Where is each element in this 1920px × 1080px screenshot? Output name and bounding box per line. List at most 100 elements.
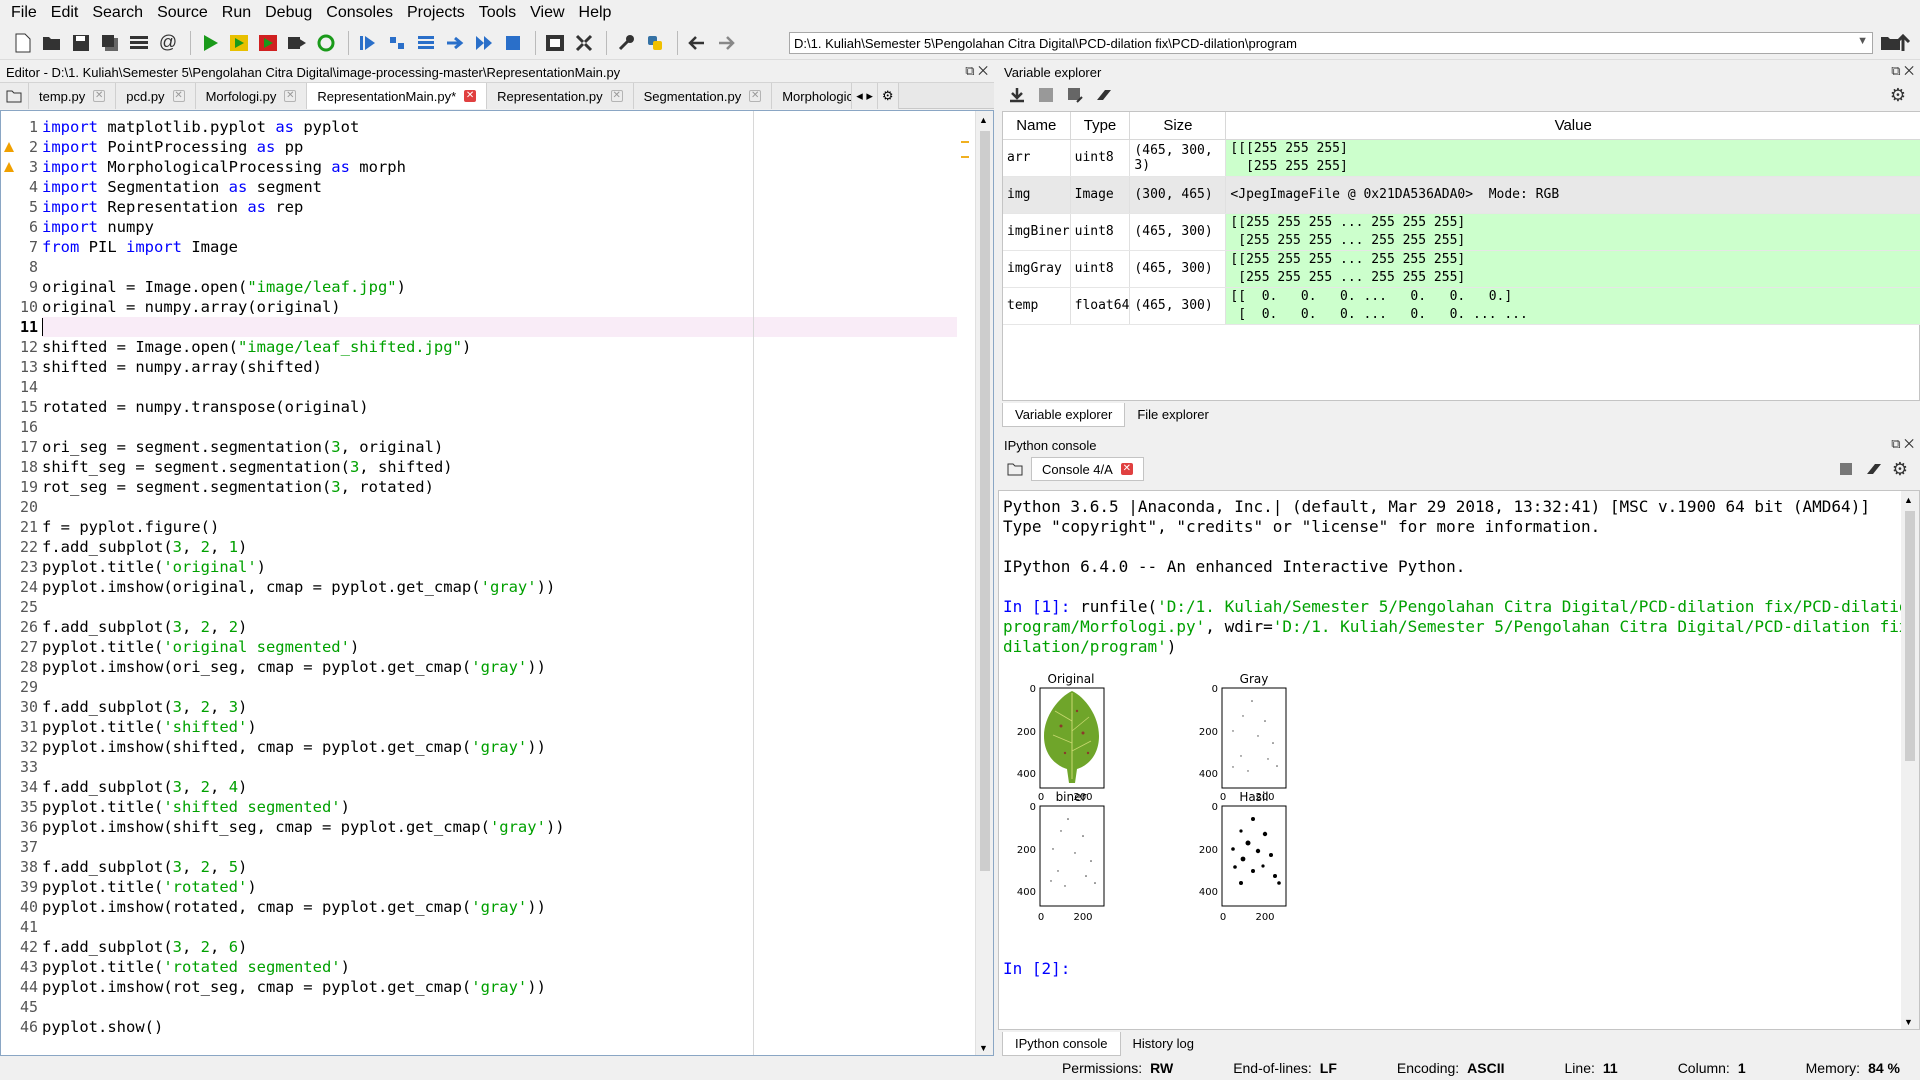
code-line[interactable]: import Representation as rep [42,197,957,217]
python-path-icon[interactable] [642,30,668,56]
code-line[interactable] [42,257,957,277]
scrollbar-thumb[interactable] [1905,511,1915,761]
menu-file[interactable]: File [4,4,44,22]
editor-scrollbar[interactable]: ▲ ▼ [975,111,993,1055]
import-data-icon[interactable] [1004,82,1030,108]
table-row[interactable]: arr uint8 (465, 300, 3) [[[255 255 255] [25… [1003,139,1920,177]
code-line[interactable] [42,497,957,517]
scroll-up-icon[interactable]: ▲ [979,115,988,125]
tab-pcd[interactable]: pcd.py ✕ [116,83,196,109]
menu-view[interactable]: View [523,4,571,22]
variable-table[interactable]: Name Type Size Value arr uint8 (465, 300, … [1002,111,1920,401]
code-line[interactable]: pyplot.show() [42,1017,957,1037]
close-icon[interactable]: ✕ [284,90,297,102]
save-icon[interactable] [68,30,94,56]
stop-kernel-icon[interactable] [1833,456,1859,482]
tab-ipython-console[interactable]: IPython console [1002,1032,1121,1056]
pane-controls[interactable]: ⧉ ✕ [1891,436,1914,452]
code-line[interactable] [42,317,957,337]
column-header-value[interactable]: Value [1225,112,1920,140]
code-line[interactable]: pyplot.imshow(rotated, cmap = pyplot.get… [42,897,957,917]
tab-variable-explorer[interactable]: Variable explorer [1002,403,1126,427]
menu-edit[interactable]: Edit [44,4,86,22]
code-line[interactable]: shifted = Image.open("image/leaf_shifted… [42,337,957,357]
pane-controls[interactable]: ⧉ ✕ [1891,63,1914,79]
code-line[interactable]: pyplot.imshow(ori_seg, cmap = pyplot.get… [42,657,957,677]
code-line[interactable] [42,837,957,857]
tab-morphologic[interactable]: Morphologic [772,83,853,109]
preferences-icon[interactable] [613,30,639,56]
code-line[interactable]: pyplot.imshow(rot_seg, cmap = pyplot.get… [42,977,957,997]
chevron-down-icon[interactable]: ▼ [1857,35,1868,47]
scroll-up-icon[interactable]: ▲ [1904,495,1913,505]
list-icon[interactable] [126,30,152,56]
code-line[interactable]: pyplot.title('rotated segmented') [42,957,957,977]
open-file-icon[interactable] [39,30,65,56]
code-line[interactable]: pyplot.title('shifted segmented') [42,797,957,817]
code-line[interactable]: from PIL import Image [42,237,957,257]
code-line[interactable] [42,997,957,1017]
close-icon[interactable]: ✕ [172,90,185,102]
menu-consoles[interactable]: Consoles [319,4,400,22]
table-row[interactable]: img Image (300, 465) <JpegImageFile @ 0x21D… [1003,176,1920,214]
pane-controls[interactable]: ⧉ ✕ [965,63,988,79]
save-data-icon[interactable] [1033,82,1059,108]
menu-projects[interactable]: Projects [400,4,472,22]
scroll-down-icon[interactable]: ▼ [979,1043,988,1053]
code-line[interactable]: f.add_subplot(3, 2, 5) [42,857,957,877]
run-selection-icon[interactable] [284,30,310,56]
code-line[interactable]: original = numpy.array(original) [42,297,957,317]
back-arrow-icon[interactable] [684,30,710,56]
code-line[interactable]: import numpy [42,217,957,237]
browse-tabs-icon[interactable] [0,83,29,109]
maximize-pane-icon[interactable] [542,30,568,56]
code-line[interactable]: pyplot.title('original') [42,557,957,577]
code-line[interactable] [42,917,957,937]
run-cell-icon[interactable] [226,30,252,56]
step-return-icon[interactable] [442,30,468,56]
tab-temp[interactable]: temp.py ✕ [29,83,117,109]
tab-console[interactable]: Console 4/A ✕ [1031,457,1144,481]
code-line[interactable]: f.add_subplot(3, 2, 1) [42,537,957,557]
code-line[interactable]: import PointProcessing as pp [42,137,957,157]
forward-arrow-icon[interactable] [713,30,739,56]
column-header-type[interactable]: Type [1070,112,1131,140]
console-input-line[interactable]: In [2]: [999,959,1070,979]
code-line[interactable] [42,757,957,777]
code-line[interactable] [42,417,957,437]
code-line[interactable] [42,377,957,397]
menu-help[interactable]: Help [572,4,619,22]
code-line[interactable]: pyplot.title('shifted') [42,717,957,737]
tab-scroll-arrows[interactable]: ◂ ▸ [852,83,878,109]
column-header-size[interactable]: Size [1129,112,1227,140]
menu-search[interactable]: Search [85,4,150,22]
tab-representation[interactable]: Representation.py ✕ [487,83,634,109]
save-as-icon[interactable] [1062,82,1088,108]
code-line[interactable]: shifted = numpy.array(shifted) [42,357,957,377]
step-icon[interactable] [384,30,410,56]
code-lines[interactable]: import matplotlib.pyplot as pyplot import… [42,117,957,1037]
table-row[interactable]: imgGray uint8 (465, 300) [[255 255 255 ... … [1003,250,1920,288]
code-line[interactable]: import matplotlib.pyplot as pyplot [42,117,957,137]
code-line[interactable]: pyplot.imshow(original, cmap = pyplot.ge… [42,577,957,597]
save-all-icon[interactable] [97,30,123,56]
close-icon[interactable]: ✕ [464,90,477,102]
column-header-name[interactable]: Name [1003,112,1071,140]
code-line[interactable] [42,597,957,617]
code-line[interactable]: rot_seg = segment.segmentation(3, rotate… [42,477,957,497]
tab-representationmain[interactable]: RepresentationMain.py* ✕ [307,83,488,109]
close-icon[interactable]: ✕ [749,90,762,102]
code-line[interactable]: shift_seg = segment.segmentation(3, shif… [42,457,957,477]
code-line[interactable]: f.add_subplot(3, 2, 3) [42,697,957,717]
code-line[interactable]: f = pyplot.figure() [42,517,957,537]
code-line[interactable]: pyplot.title('rotated') [42,877,957,897]
tab-segmentation[interactable]: Segmentation.py ✕ [633,83,773,109]
table-row[interactable]: temp float64 (465, 300)[[ 0. 0. 0. ... 0. … [1003,287,1920,325]
gear-icon[interactable]: ⚙ [1887,456,1913,482]
tab-history-log[interactable]: History log [1120,1032,1206,1056]
working-directory-field[interactable]: D:\1. Kuliah\Semester 5\Pengolahan Citra… [789,32,1873,54]
at-icon[interactable]: @ [155,30,181,56]
parent-dir-icon[interactable] [1890,30,1916,56]
code-line[interactable]: f.add_subplot(3, 2, 4) [42,777,957,797]
scroll-down-icon[interactable]: ▼ [1904,1017,1913,1027]
